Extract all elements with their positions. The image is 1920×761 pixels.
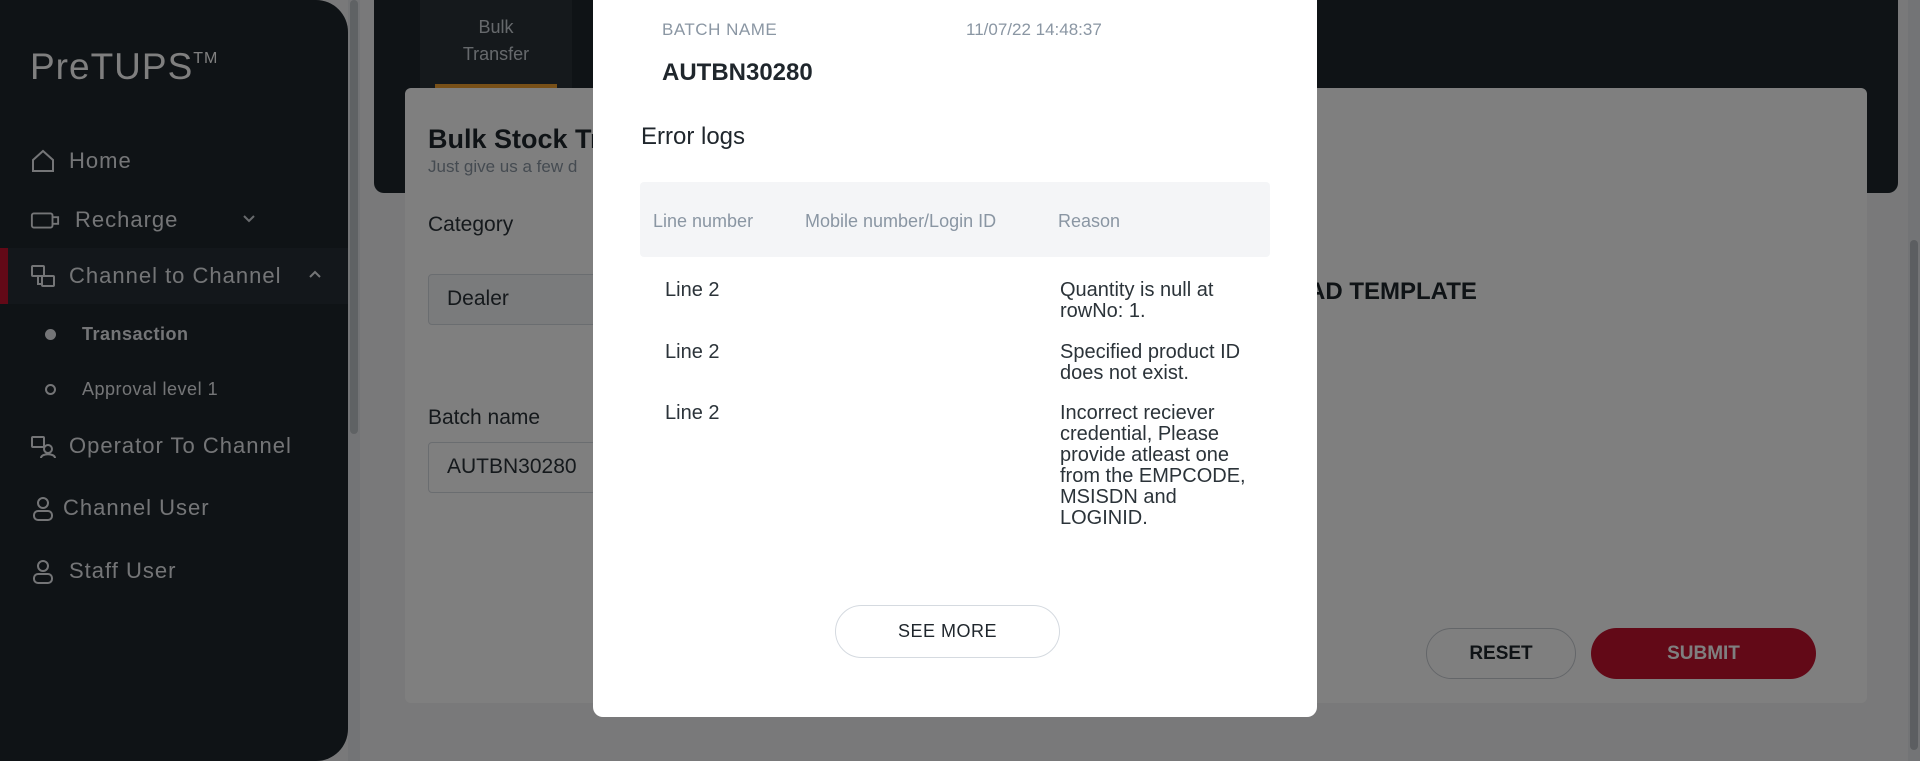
modal-datetime: 11/07/22 14:48:37: [966, 20, 1102, 39]
column-header-reason: Reason: [1058, 211, 1121, 231]
modal-batch-name-value: AUTBN30280: [662, 59, 813, 86]
modal-batch-name-label: BATCH NAME: [662, 20, 778, 39]
cell-reason: Specified product ID does not exist.: [1060, 341, 1241, 384]
see-more-button[interactable]: SEE MORE: [835, 605, 1060, 658]
cell-reason: Incorrect reciever credential, Please pr…: [1060, 402, 1246, 529]
column-header-mobile-login: Mobile number/Login ID: [805, 211, 997, 231]
cell-line-number: Line 2: [665, 341, 720, 363]
error-logs-title: Error logs: [641, 123, 746, 150]
cell-line-number: Line 2: [665, 279, 720, 301]
column-header-line-number: Line number: [653, 211, 754, 231]
cell-reason: Quantity is null at rowNo: 1.: [1060, 279, 1214, 322]
cell-line-number: Line 2: [665, 402, 720, 424]
